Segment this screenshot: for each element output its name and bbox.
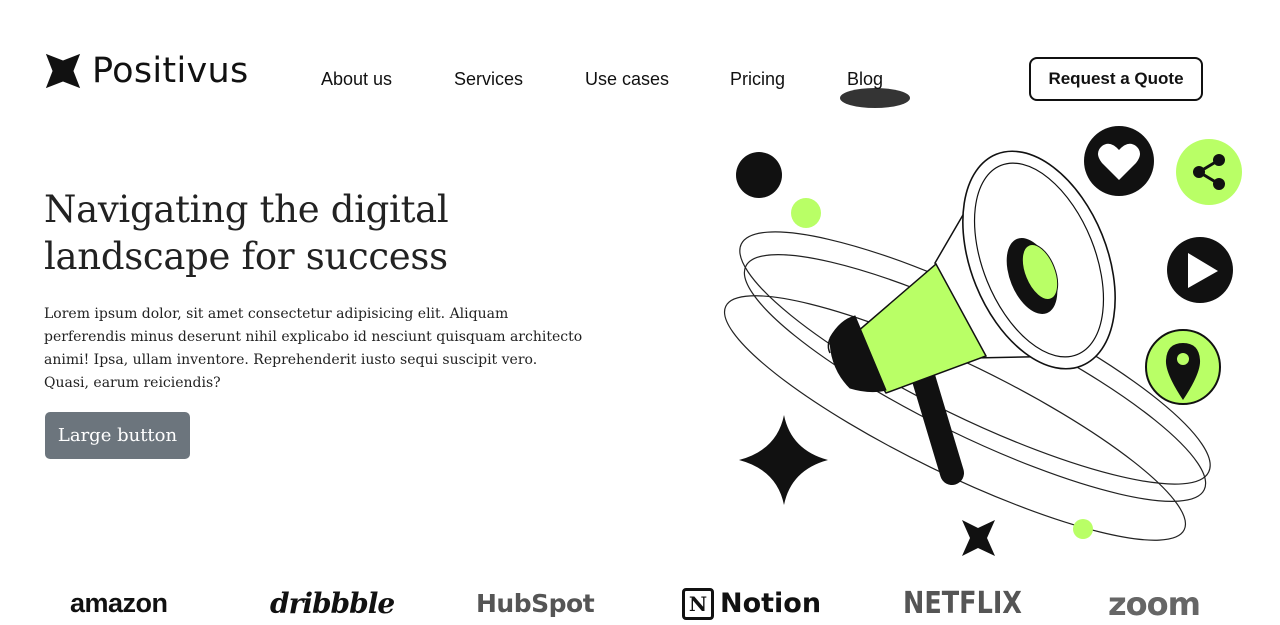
heart-icon xyxy=(1084,126,1154,196)
play-icon xyxy=(1167,237,1233,303)
sparkle-icon xyxy=(739,415,828,505)
nav-use-cases[interactable]: Use cases xyxy=(585,68,669,90)
nav-blog[interactable]: Blog xyxy=(847,68,883,90)
hero-description: Lorem ipsum dolor, sit amet consectetur … xyxy=(44,306,583,391)
nav-services[interactable]: Services xyxy=(454,68,523,90)
client-logos: amazon dribbble HubSpot N Notion NETFLIX… xyxy=(0,582,1280,625)
hero-title: Navigating the digital landscape for suc… xyxy=(44,186,564,280)
decor-shadow xyxy=(840,88,910,108)
logo-dribbble: dribbble xyxy=(270,587,395,620)
green-dot-small xyxy=(1073,519,1093,539)
location-pin-icon xyxy=(1145,329,1221,405)
black-dot xyxy=(736,152,782,198)
hero-illustration xyxy=(723,88,1242,556)
notion-mark-icon: N xyxy=(682,587,714,620)
hero-title-line-1: Navigating the digital xyxy=(44,188,449,231)
nav-about-us[interactable]: About us xyxy=(321,68,392,90)
star-icon xyxy=(962,520,995,556)
logo-hubspot: HubSpot xyxy=(476,589,595,618)
logo-netflix: NETFLIX xyxy=(903,586,1022,621)
logo-zoom: zoom xyxy=(1108,584,1201,623)
logo-amazon: amazon xyxy=(70,588,168,618)
nav-pricing[interactable]: Pricing xyxy=(730,68,785,90)
green-dot xyxy=(791,198,821,228)
large-button[interactable]: Large button xyxy=(45,412,190,459)
logo-notion: N Notion xyxy=(682,582,821,625)
share-icon xyxy=(1176,139,1242,205)
hero-title-line-2: landscape for success xyxy=(44,235,448,278)
